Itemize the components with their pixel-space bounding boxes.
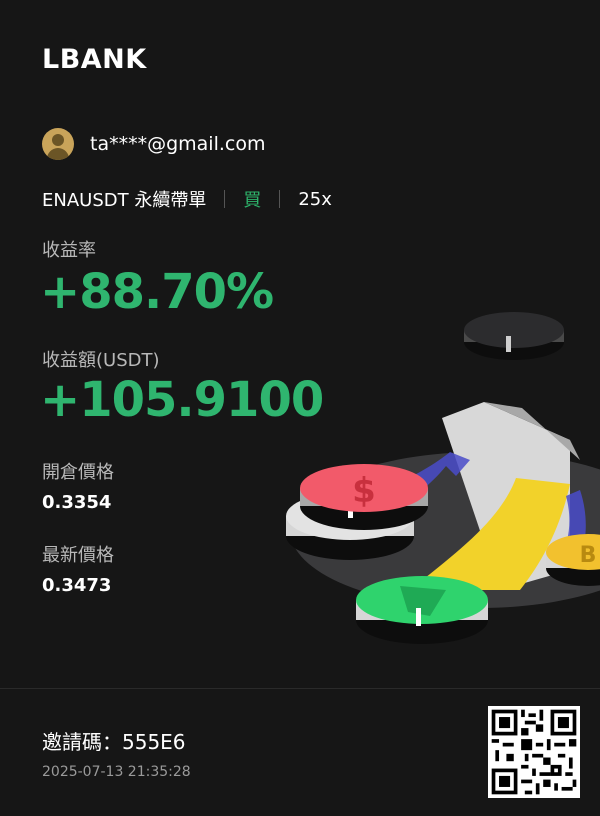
divider bbox=[279, 190, 281, 208]
pnl-label: 收益額(USDT) bbox=[42, 350, 160, 371]
user-email: ta****@gmail.com bbox=[90, 133, 266, 155]
lbank-logo: LBANK bbox=[42, 44, 147, 75]
trading-pair: ENAUSDT 永續帶單 bbox=[42, 190, 207, 211]
roi-value: +88.70% bbox=[40, 264, 274, 320]
user-row: ta****@gmail.com bbox=[42, 128, 265, 160]
dark-coin-icon bbox=[464, 312, 564, 360]
roi-label: 收益率 bbox=[42, 240, 96, 261]
share-timestamp: 2025-07-13 21:35:28 bbox=[42, 764, 191, 780]
trade-side: 買 bbox=[243, 190, 262, 211]
entry-price-value: 0.3354 bbox=[42, 492, 112, 513]
svg-text:B: B bbox=[580, 543, 597, 568]
footer-divider bbox=[0, 688, 600, 689]
qr-code-icon[interactable] bbox=[488, 706, 580, 798]
svg-text:$: $ bbox=[352, 471, 376, 511]
gold-coin-icon: B bbox=[546, 534, 600, 586]
last-price-label: 最新價格 bbox=[42, 545, 114, 566]
share-card: LBANK ta****@gmail.com ENAUSDT 永續帶單 買 25… bbox=[0, 0, 600, 816]
invite-code: 邀請碼：555E6 bbox=[42, 730, 186, 754]
entry-price-label: 開倉價格 bbox=[42, 462, 114, 483]
leverage: 25x bbox=[298, 188, 332, 210]
trade-info-row: ENAUSDT 永續帶單 買 25x bbox=[42, 186, 332, 212]
coins-illustration: $ B bbox=[286, 312, 600, 644]
user-avatar-icon bbox=[42, 128, 74, 160]
last-price-value: 0.3473 bbox=[42, 575, 112, 596]
divider bbox=[224, 190, 226, 208]
red-coin-icon: $ bbox=[286, 464, 428, 560]
green-coin-icon bbox=[356, 576, 488, 644]
